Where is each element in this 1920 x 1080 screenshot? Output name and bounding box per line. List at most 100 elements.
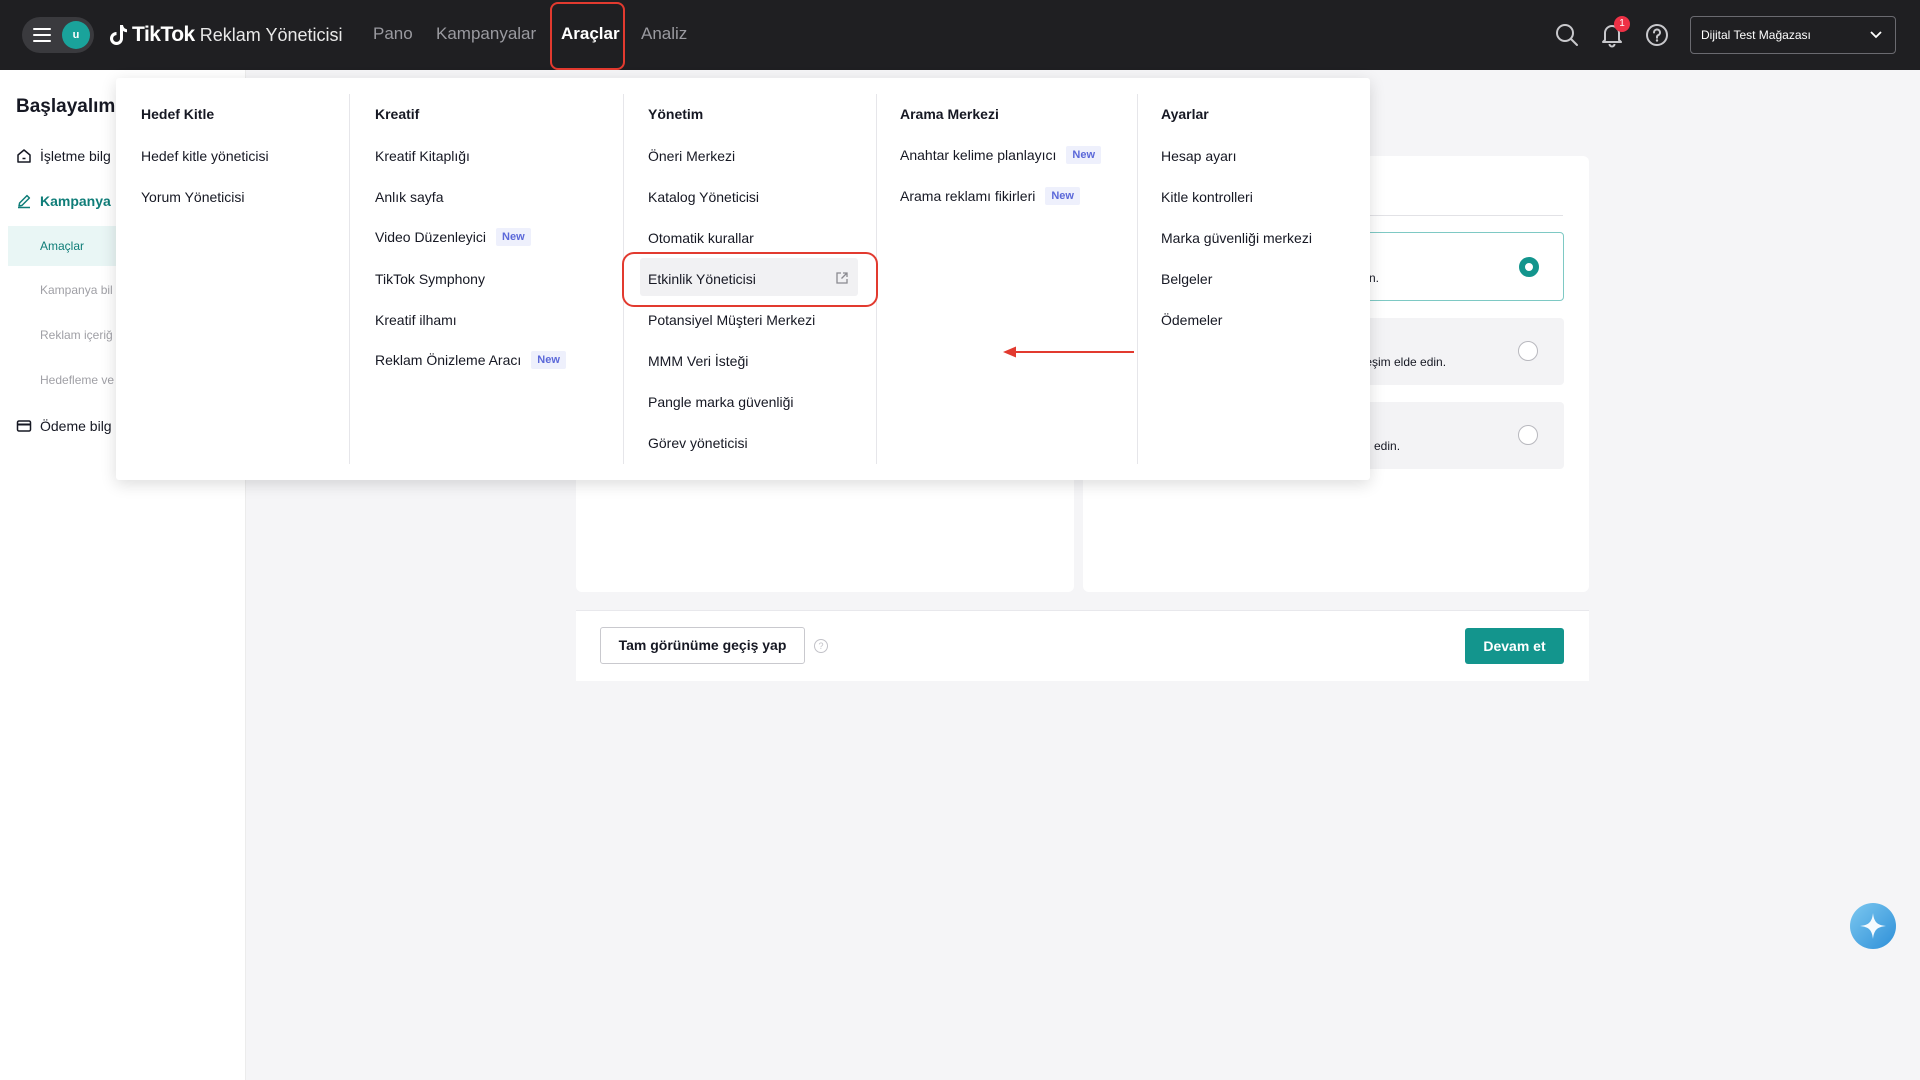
tiktok-note-icon [110,25,127,45]
menu-item-payments[interactable]: Ödemeler [1161,312,1222,328]
sidebar-subitem-targeting[interactable]: Hedefleme ve [40,373,114,387]
tiktok-logo[interactable]: TikTok Reklam Yöneticisi [110,20,342,50]
menu-heading-creative: Kreatif [375,106,420,122]
menu-item-label: Belgeler [1161,271,1213,287]
menu-item-label: Kreatif Kitaplığı [375,148,470,164]
menu-item-label: Anlık sayfa [375,189,444,205]
home-icon [17,149,31,163]
menu-item-documents[interactable]: Belgeler [1161,271,1212,287]
hamburger-icon[interactable] [33,28,51,42]
option-description: n. [1369,271,1380,285]
account-selector[interactable]: Dijital Test Mağazası [1690,16,1896,54]
top-navigation-bar: u TikTok Reklam Yöneticisi Pano Kampanya… [0,0,1920,70]
menu-item-label: Otomatik kurallar [648,230,754,246]
help-icon[interactable] [1644,22,1670,48]
menu-item-label: Marka güvenliği merkezi [1161,230,1312,246]
radio-unselected[interactable] [1518,425,1538,445]
menu-item-instant-page[interactable]: Anlık sayfa [375,189,443,205]
menu-item-label: Video Düzenleyici [375,229,487,245]
menu-heading-audience: Hedef Kitle [141,106,215,122]
menu-item-ad-preview-tool[interactable]: Reklam Önizleme Aracı New [375,351,566,369]
menu-item-search-ad-ideas[interactable]: Arama reklamı fikirleri New [900,187,1080,205]
sparkle-icon [1860,913,1886,939]
sidebar-item-label: İşletme bilg [40,148,111,164]
menu-item-label: Kitle kontrolleri [1161,189,1253,205]
sidebar-item-business-info[interactable]: İşletme bilg [16,148,111,164]
menu-item-label: Reklam Önizleme Aracı [375,352,522,368]
new-badge: New [1066,146,1102,164]
menu-item-lead-center[interactable]: Potansiyel Müşteri Merkezi [648,312,815,328]
menu-item-audience-manager[interactable]: Hedef kitle yöneticisi [141,148,269,164]
menu-item-label: Öneri Merkezi [648,148,736,164]
sidebar-item-label: Ödeme bilg [40,418,112,434]
menu-item-brand-safety-center[interactable]: Marka güvenliği merkezi [1161,230,1312,246]
menu-item-label: TikTok Symphony [375,271,485,287]
column-divider [1137,94,1138,464]
logo-product-name: Reklam Yöneticisi [199,24,343,45]
menu-toggle[interactable]: u [22,17,94,53]
menu-item-label: Potansiyel Müşteri Merkezi [648,312,816,328]
new-badge: New [531,351,566,369]
search-icon[interactable] [1554,22,1580,48]
tools-dropdown-menu: Hedef Kitle Hedef kitle yöneticisi Yorum… [116,78,1370,480]
menu-item-creative-library[interactable]: Kreatif Kitaplığı [375,148,470,164]
menu-item-label: Kreatif ilhamı [375,312,457,328]
menu-item-label: Hesap ayarı [1161,148,1237,164]
chevron-down-icon [1870,31,1882,39]
menu-item-label: Ödemeler [1161,312,1223,328]
menu-item-mmm-data-request[interactable]: MMM Veri İsteği [648,353,748,369]
menu-item-tiktok-symphony[interactable]: TikTok Symphony [375,271,485,287]
menu-heading-management: Yönetim [648,106,704,122]
pencil-icon [18,194,31,209]
account-name: Dijital Test Mağazası [1701,28,1811,42]
nav-pano[interactable]: Pano [373,24,413,44]
sidebar-item-payment-info[interactable]: Ödeme bilg [16,418,112,434]
avatar[interactable]: u [62,21,90,49]
radio-selected[interactable] [1519,257,1539,277]
menu-item-creative-inspiration[interactable]: Kreatif ilhamı [375,312,457,328]
menu-item-comment-manager[interactable]: Yorum Yöneticisi [141,189,245,205]
nav-araclar-highlight [550,2,625,70]
menu-item-automated-rules[interactable]: Otomatik kurallar [648,230,754,246]
radio-unselected[interactable] [1518,341,1538,361]
sidebar-subitem-label: Amaçlar [40,239,85,253]
notification-count-badge: 1 [1614,16,1630,32]
new-badge: New [1045,187,1080,205]
new-badge: New [496,228,531,246]
menu-item-label: Arama reklamı fikirleri [900,188,1036,204]
sidebar-title: Başlayalım [16,96,116,117]
logo-brand: TikTok [132,23,195,46]
info-icon[interactable]: ? [814,639,828,653]
option-description: edin. [1374,439,1401,453]
menu-item-video-editor[interactable]: Video Düzenleyici New [375,228,531,246]
menu-item-label: MMM Veri İsteği [648,353,749,369]
card-icon [16,420,32,432]
menu-item-account-settings[interactable]: Hesap ayarı [1161,148,1236,164]
continue-button[interactable]: Devam et [1465,628,1564,664]
menu-item-label: Anahtar kelime planlayıcı [900,147,1057,163]
menu-item-recommendation-center[interactable]: Öneri Merkezi [648,148,735,164]
menu-item-label: Yorum Yöneticisi [141,189,245,205]
menu-item-pangle-brand-safety[interactable]: Pangle marka güvenliği [648,394,794,410]
menu-heading-search-center: Arama Merkezi [900,106,999,122]
sidebar-item-label: Kampanya [40,193,111,209]
sidebar-item-campaign[interactable]: Kampanya [16,193,111,209]
nav-analiz[interactable]: Analiz [641,24,687,44]
menu-item-label: Hedef kitle yöneticisi [141,148,269,164]
menu-item-audience-controls[interactable]: Kitle kontrolleri [1161,189,1253,205]
sidebar-subitem-campaign-info[interactable]: Kampanya bil [40,283,113,297]
assistant-button[interactable] [1850,903,1896,949]
menu-item-keyword-planner[interactable]: Anahtar kelime planlayıcı New [900,146,1102,164]
menu-heading-settings: Ayarlar [1161,106,1209,122]
column-divider [349,94,350,464]
menu-item-task-manager[interactable]: Görev yöneticisi [648,435,748,451]
nav-kampanyalar[interactable]: Kampanyalar [436,24,536,44]
events-manager-highlight [622,252,878,307]
sidebar-subitem-ad-content[interactable]: Reklam içeriğ [40,328,113,342]
menu-item-label: Katalog Yöneticisi [648,189,760,205]
menu-item-label: Pangle marka güvenliği [648,394,794,410]
pointer-arrow-icon [1003,346,1134,358]
menu-item-catalog-manager[interactable]: Katalog Yöneticisi [648,189,759,205]
toggle-full-view-button[interactable]: Tam görünüme geçiş yap [600,627,805,664]
menu-item-label: Görev yöneticisi [648,435,748,451]
